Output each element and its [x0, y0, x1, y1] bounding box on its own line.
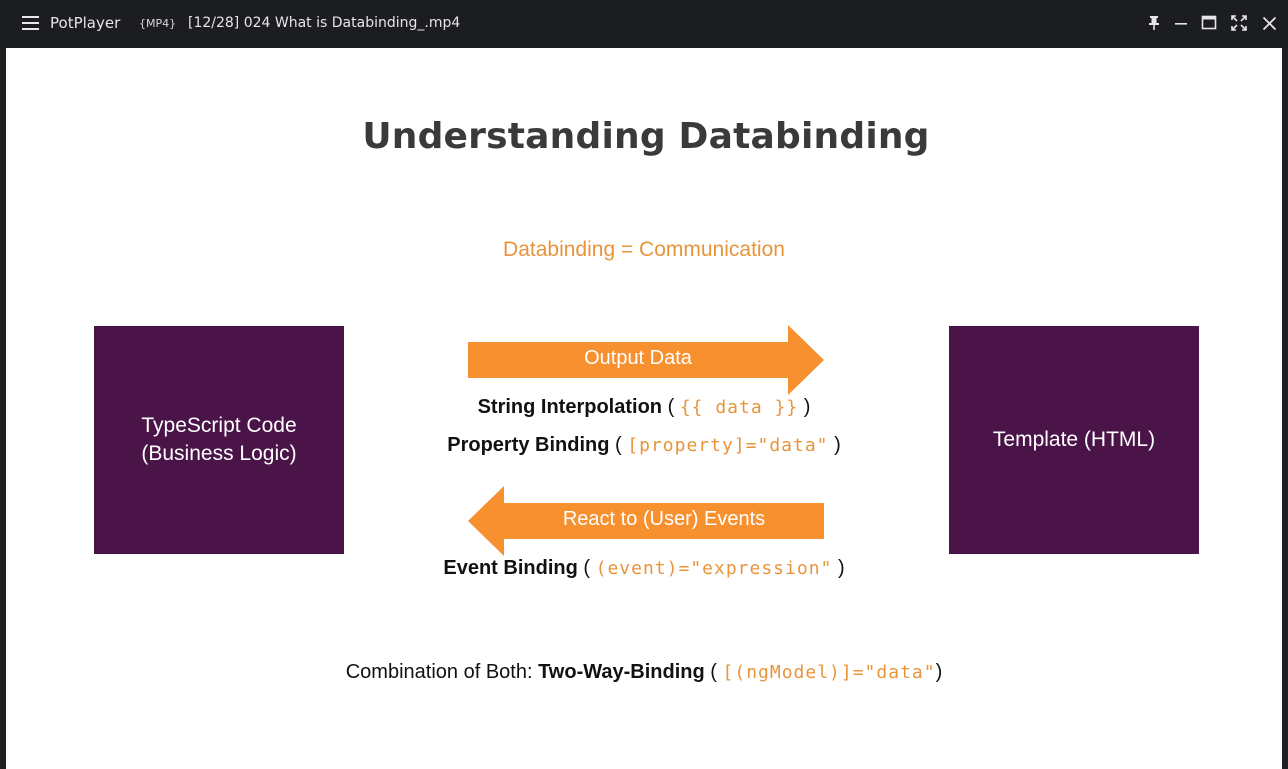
minimize-icon[interactable] — [1170, 12, 1192, 34]
title-bar[interactable]: PotPlayer {MP4} [12/28] 024 What is Data… — [0, 0, 1288, 48]
binding-name: String Interpolation — [477, 396, 663, 418]
paren-close: ) — [803, 396, 811, 418]
binding-name: Event Binding — [443, 557, 578, 579]
event-binding-line: Event Binding ( (event)="expression" ) — [6, 557, 1282, 580]
paren-open: ( — [615, 434, 622, 456]
video-frame[interactable]: Understanding Databinding Databinding = … — [6, 48, 1282, 769]
paren-open: ( — [583, 557, 591, 579]
paren-close: ) — [935, 661, 943, 683]
string-interpolation-line: String Interpolation ( {{ data }} ) — [6, 396, 1282, 419]
close-icon[interactable] — [1258, 12, 1280, 34]
binding-code: (event)="expression" — [595, 558, 833, 579]
combination-prefix: Combination of Both: — [345, 661, 533, 683]
slide-title: Understanding Databinding — [362, 116, 930, 157]
two-way-binding-line: Combination of Both: Two-Way-Binding ( [… — [6, 661, 1282, 684]
output-data-label: Output Data — [584, 347, 692, 369]
slide-subtitle: Databinding = Communication — [503, 238, 785, 261]
binding-name: Two-Way-Binding — [538, 661, 705, 683]
file-name: [12/28] 024 What is Databinding_.mp4 — [188, 15, 461, 31]
binding-code: [property]="data" — [627, 435, 829, 456]
hamburger-menu-icon[interactable] — [22, 16, 39, 31]
fullscreen-icon[interactable] — [1228, 12, 1250, 34]
property-binding-line: Property Binding ( [property]="data" ) — [6, 434, 1282, 457]
paren-open: ( — [667, 396, 675, 418]
paren-close: ) — [837, 557, 845, 579]
binding-code: [(ngModel)]="data" — [722, 662, 936, 683]
pin-icon[interactable] — [1143, 12, 1165, 34]
potplayer-window: PotPlayer {MP4} [12/28] 024 What is Data… — [0, 0, 1288, 769]
maximize-icon[interactable] — [1198, 12, 1220, 34]
binding-code: {{ data }} — [679, 397, 799, 418]
react-events-label: React to (User) Events — [562, 508, 766, 530]
app-name: PotPlayer — [50, 14, 121, 32]
format-badge: {MP4} — [139, 17, 177, 30]
paren-close: ) — [834, 434, 841, 456]
binding-name: Property Binding — [447, 434, 610, 456]
paren-open: ( — [710, 661, 717, 683]
